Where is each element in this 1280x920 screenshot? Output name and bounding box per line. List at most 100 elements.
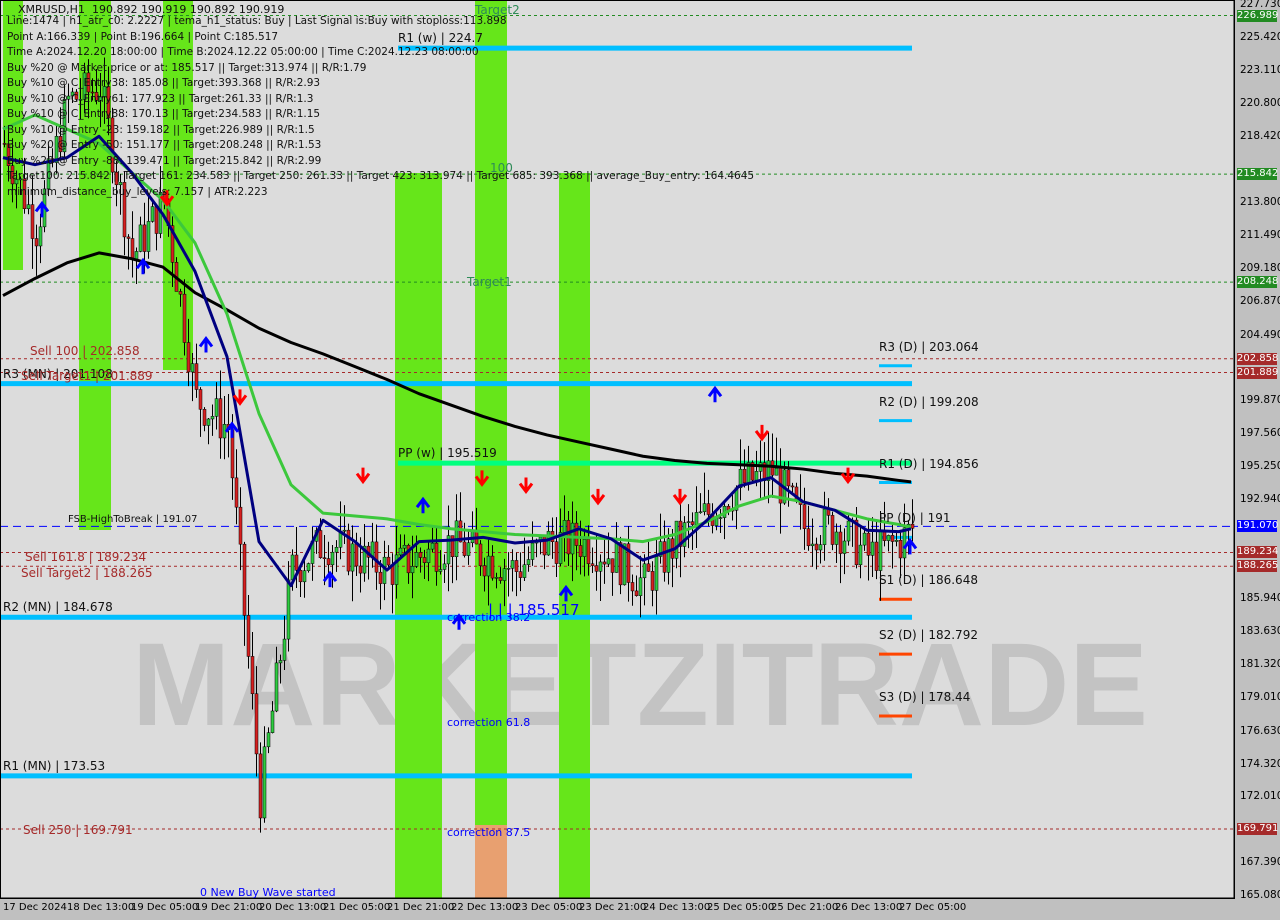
candle-body — [398, 547, 403, 556]
candle-body — [38, 226, 43, 247]
candle-body — [358, 565, 363, 574]
candle-body — [606, 558, 611, 565]
candle-body — [498, 577, 503, 581]
info-line: Buy %20 @ Market price or at: 185.517 ||… — [7, 61, 367, 74]
price-tick-label: 195.250 — [1240, 459, 1280, 472]
candle-body — [810, 543, 815, 547]
candle-body — [482, 565, 487, 577]
candle-body — [770, 460, 775, 476]
annotation-label: Sell Target2 | 188.265 — [21, 566, 153, 581]
annotation-label: 0 New Buy Wave started — [200, 885, 336, 899]
price-tick-label: 183.630 — [1240, 625, 1280, 638]
candle-body — [598, 561, 603, 572]
annotation-label: | | | 185.517 — [488, 601, 580, 620]
candle-body — [838, 531, 843, 554]
price-tag: 188.265 — [1237, 560, 1279, 573]
candle-body — [418, 552, 423, 558]
price-tag: 208.248 — [1237, 276, 1279, 289]
candle-body — [530, 542, 535, 560]
candle-body — [330, 551, 335, 566]
time-tick-label: 25 Dec 21:00 — [771, 902, 839, 913]
candle-body — [702, 503, 707, 513]
price-tick-label: 192.940 — [1240, 492, 1280, 505]
candle-body — [742, 468, 747, 484]
candle-body — [486, 555, 491, 577]
candle-body — [654, 556, 659, 591]
candle-body — [422, 557, 427, 563]
info-line: minimum_distance_buy_levels: 7.157 | ATR… — [7, 185, 268, 198]
annotation-label: correction 61.8 — [447, 716, 531, 730]
candle-body — [34, 238, 39, 247]
candle-body — [594, 565, 599, 572]
time-tick-label: 19 Dec 21:00 — [195, 902, 263, 913]
candle-body — [698, 511, 703, 514]
candle-body — [890, 535, 895, 542]
candle-body — [574, 522, 579, 546]
candle-body — [786, 469, 791, 487]
annotation-label: Sell 161.8 | 189.234 — [25, 550, 147, 565]
candle-body — [402, 545, 407, 549]
candle-body — [178, 291, 183, 295]
candle-body — [194, 363, 199, 390]
candle-body — [886, 535, 891, 541]
time-tick-label: 22 Dec 13:00 — [451, 902, 519, 913]
price-tag: 201.889 — [1237, 366, 1279, 379]
candle-body — [706, 503, 711, 515]
candle-body — [662, 541, 667, 573]
candle-body — [554, 541, 559, 564]
price-tick-label: 197.560 — [1240, 427, 1280, 440]
candle-body — [514, 560, 519, 572]
time-tick-label: 17 Dec 2024 — [3, 902, 67, 913]
candle-body — [490, 555, 495, 579]
candle-body — [478, 543, 483, 566]
candle-body — [666, 538, 671, 573]
candle-body — [842, 540, 847, 554]
price-tick-label: 225.420 — [1240, 30, 1280, 43]
candle-body — [430, 542, 435, 550]
time-tick-label: 23 Dec 05:00 — [515, 902, 583, 913]
candle-body — [646, 563, 651, 572]
annotation-label: Target1 — [467, 274, 512, 289]
price-tick-label: 211.490 — [1240, 228, 1280, 241]
price-tag: 191.070 — [1237, 520, 1279, 533]
candle-body — [502, 568, 507, 581]
time-tick-label: 25 Dec 05:00 — [707, 902, 775, 913]
candle-body — [298, 570, 303, 583]
candle-body — [522, 564, 527, 578]
candle-body — [286, 579, 291, 640]
price-tick-label: 218.420 — [1240, 130, 1280, 143]
candle-body — [690, 521, 695, 525]
candle-body — [858, 544, 863, 566]
candle-body — [462, 541, 467, 556]
info-line: Buy %20 @ Entry -88: 139.471 || Target:2… — [7, 154, 322, 167]
candle-body — [374, 541, 379, 573]
candle-body — [274, 662, 279, 712]
candle-body — [638, 577, 643, 596]
time-tick-label: 18 Dec 13:00 — [67, 902, 135, 913]
candle-body — [818, 544, 823, 551]
candle-body — [238, 506, 243, 545]
candle-body — [822, 508, 827, 545]
candle-body — [674, 520, 679, 559]
candle-body — [870, 541, 875, 556]
candle-body — [342, 529, 347, 532]
price-chart[interactable]: MARKETZITRADE — [0, 0, 1280, 920]
price-tick-label: 223.110 — [1240, 63, 1280, 76]
annotation-label: Sell 100 | 202.858 — [30, 343, 140, 358]
price-tick-label: 172.010 — [1240, 790, 1280, 803]
price-tag: 215.842 — [1237, 168, 1279, 181]
candle-body — [442, 563, 447, 570]
candle-body — [642, 563, 647, 579]
daily-pivot-label: S1 (D) | 186.648 — [879, 573, 978, 588]
candle-body — [350, 543, 355, 572]
candle-body — [694, 512, 699, 525]
level-label: R1 (MN) | 173.53 — [3, 758, 106, 773]
time-tick-label: 27 Dec 05:00 — [899, 902, 967, 913]
time-tick-label: 19 Dec 05:00 — [131, 902, 199, 913]
candle-body — [246, 615, 251, 657]
candle-body — [874, 541, 879, 571]
candle-body — [602, 561, 607, 565]
info-line: Buy %10 @ C_Entry61: 177.923 || Target:2… — [7, 92, 314, 105]
info-line: Buy %20 @ Entry -50: 151.177 || Target:2… — [7, 139, 322, 151]
candle-body — [590, 563, 595, 566]
